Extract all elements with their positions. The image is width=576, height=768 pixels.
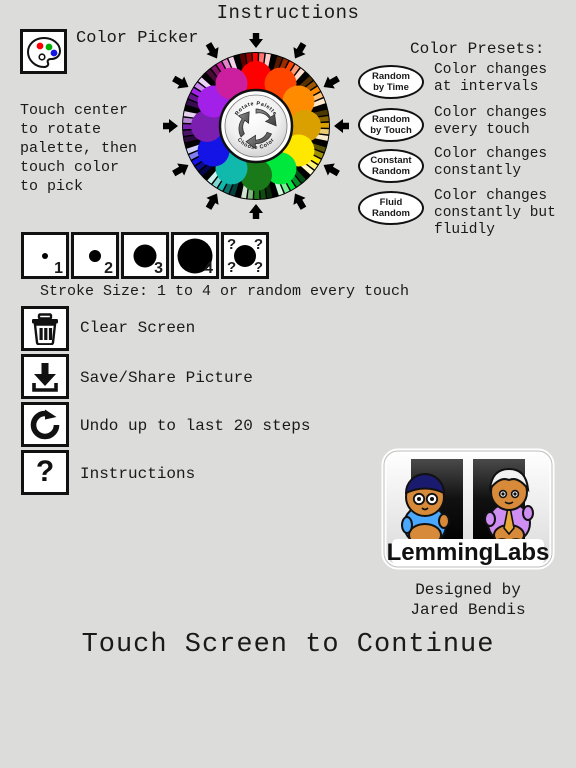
random-mark-tl: ? <box>227 236 237 253</box>
wheel-inward-arrow <box>323 163 340 177</box>
stroke-size-4[interactable]: 4 <box>171 232 219 279</box>
credit-text: Designed by Jared Bendis <box>410 581 526 619</box>
wheel-inward-arrow <box>172 163 189 177</box>
random-mark-bl: ? <box>227 259 237 276</box>
instructions-button[interactable]: ? <box>21 450 69 495</box>
preset-button-random-by-touch[interactable]: Random by Touch <box>358 108 424 142</box>
undo-button[interactable] <box>21 402 69 447</box>
instructions-label: Instructions <box>80 465 196 483</box>
save-share-button[interactable] <box>21 354 69 399</box>
redo-icon <box>30 409 60 439</box>
stroke-size-label: 4 <box>204 260 213 277</box>
lemminglabs-logo: LemmingLabs <box>378 447 558 583</box>
palette-icon <box>26 36 61 68</box>
stroke-dot <box>234 244 256 267</box>
preset-desc-constant-random: Color changes constantly <box>434 146 548 179</box>
svg-text:?: ? <box>36 456 54 488</box>
wheel-inward-arrow <box>205 193 219 210</box>
stroke-size-3[interactable]: 3 <box>121 232 169 279</box>
wheel-inward-arrow <box>249 33 263 48</box>
color-picker-button[interactable] <box>20 29 67 74</box>
preset-desc-random-by-touch: Color changes every touch <box>434 105 548 138</box>
stroke-dot <box>89 249 101 262</box>
preset-button-random-by-time[interactable]: Random by Time <box>358 65 424 99</box>
download-icon <box>32 362 58 392</box>
preset-name-line2: Random <box>372 166 410 177</box>
brand-text: LemmingLabs <box>387 539 550 566</box>
color-wheel[interactable]: Rotate Palette Choose Color <box>163 33 349 219</box>
rotate-palette-help: Touch center to rotate palette, then tou… <box>20 102 138 195</box>
wheel-inward-arrow <box>249 204 263 219</box>
presets-title: Color Presets: <box>410 40 545 58</box>
random-mark-br: ? <box>253 259 263 276</box>
wheel-inward-arrow <box>323 75 340 89</box>
wheel-inward-arrow <box>172 75 189 89</box>
stroke-size-label: 1 <box>54 260 63 277</box>
preset-button-constant-random[interactable]: Constant Random <box>358 149 424 183</box>
wheel-inward-arrow <box>334 119 349 133</box>
undo-label: Undo up to last 20 steps <box>80 417 311 435</box>
preset-name-line2: by Touch <box>370 125 412 136</box>
save-share-label: Save/Share Picture <box>80 369 253 387</box>
preset-desc-fluid-random: Color changes constantly but fluidly <box>434 188 556 238</box>
question-icon: ? <box>36 456 54 488</box>
stroke-dot <box>133 244 157 267</box>
stroke-size-2[interactable]: 2 <box>71 232 119 279</box>
touch-to-continue[interactable]: Touch Screen to Continue <box>0 630 576 660</box>
wheel-inward-arrow <box>163 119 178 133</box>
preset-name-line1: Random <box>372 114 410 125</box>
preset-name-line1: Random <box>372 71 410 82</box>
preset-button-fluid-random[interactable]: Fluid Random <box>358 191 424 225</box>
random-mark-tr: ? <box>253 236 263 253</box>
trash-icon <box>32 312 58 345</box>
page-title: Instructions <box>216 2 360 24</box>
stroke-size-caption: Stroke Size: 1 to 4 or random every touc… <box>40 283 410 300</box>
clear-screen-label: Clear Screen <box>80 319 196 337</box>
wheel-inward-arrow <box>293 193 307 210</box>
preset-name-line2: Random <box>372 208 410 219</box>
stroke-size-label: 2 <box>104 260 113 277</box>
preset-desc-random-by-time: Color changes at intervals <box>434 62 548 95</box>
stroke-size-random[interactable]: ? ? ? ? <box>221 232 269 279</box>
stroke-size-label: 3 <box>154 260 163 277</box>
stroke-size-1[interactable]: 1 <box>21 232 69 279</box>
clear-screen-button[interactable] <box>21 306 69 351</box>
stroke-dot <box>42 252 48 259</box>
wheel-inward-arrow <box>205 42 219 59</box>
preset-name-line1: Constant <box>370 155 412 166</box>
preset-name-line2: by Time <box>373 82 409 93</box>
wheel-inward-arrow <box>293 42 307 59</box>
preset-name-line1: Fluid <box>379 197 403 208</box>
